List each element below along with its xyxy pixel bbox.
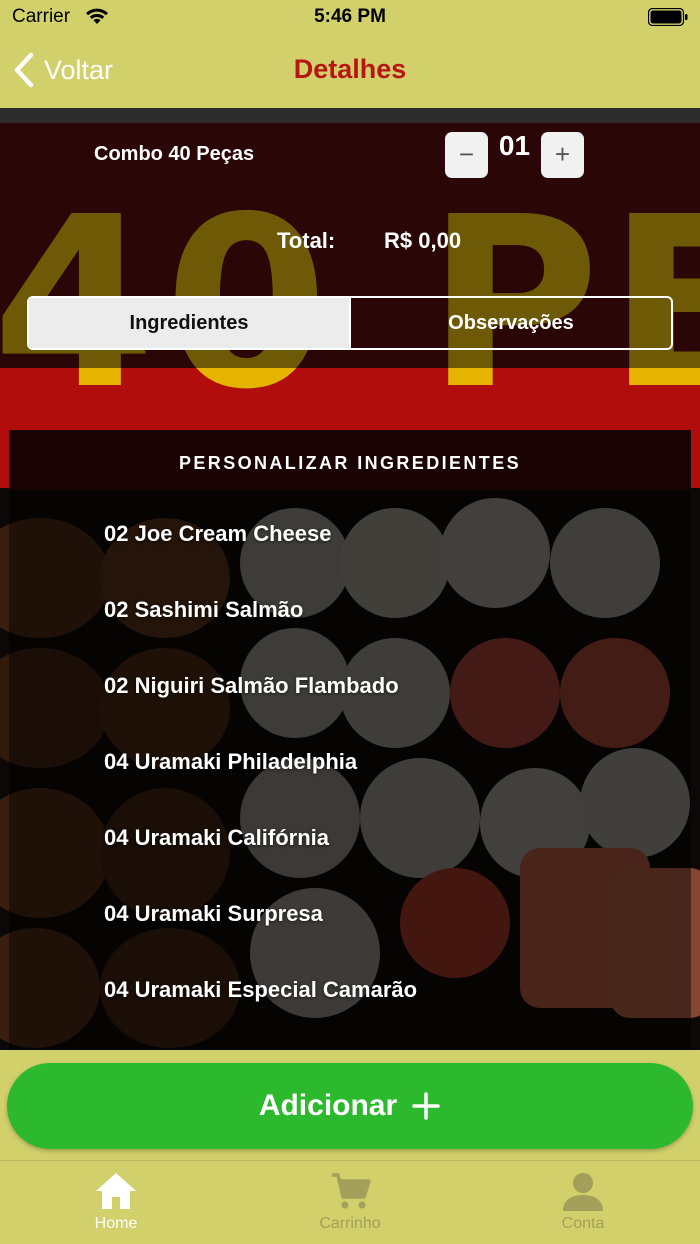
ingredient-item[interactable]: 04 Uramaki Califórnia: [104, 825, 329, 851]
ingredients-panel: PERSONALIZAR INGREDIENTES 02 Joe Cream C…: [9, 430, 691, 1050]
add-button-label: Adicionar: [258, 1089, 398, 1122]
page-title: Detalhes: [293, 54, 407, 84]
home-icon: [96, 1173, 136, 1209]
quantity-decrement-button[interactable]: −: [445, 132, 488, 178]
total-label: Total:: [277, 228, 336, 253]
quantity-increment-button[interactable]: +: [541, 132, 584, 178]
tab-bar: Home Carrinho Conta: [0, 1160, 700, 1244]
person-icon: [563, 1173, 603, 1211]
tab-home[interactable]: Home: [56, 1169, 176, 1233]
ingredient-item[interactable]: 02 Joe Cream Cheese: [104, 521, 331, 547]
ingredient-item[interactable]: 04 Uramaki Philadelphia: [104, 749, 357, 775]
add-to-cart-button[interactable]: Adicionar: [7, 1063, 693, 1149]
quantity-value: 01: [498, 130, 531, 161]
ingredient-item[interactable]: 02 Niguiri Salmão Flambado: [104, 673, 399, 699]
tab-account[interactable]: Conta: [523, 1169, 643, 1233]
navigation-bar: Voltar Detalhes: [0, 36, 700, 108]
tab-account-label: Conta: [561, 1215, 605, 1232]
cart-icon: [332, 1173, 371, 1209]
ingredient-item[interactable]: 04 Uramaki Especial Camarão: [104, 977, 417, 1003]
segmented-control: Ingredientes Observações: [27, 296, 673, 350]
ingredient-item[interactable]: 04 Uramaki Surpresa: [104, 901, 323, 927]
product-detail-content: 40 PEÇA 40 PEÇA Combo 40 Peças − 01 + To…: [0, 108, 700, 1050]
tab-cart-label: Carrinho: [319, 1215, 381, 1232]
total-value: R$ 0,00: [384, 228, 462, 253]
status-time: 5:46 PM: [314, 6, 386, 27]
tab-cart[interactable]: Carrinho: [290, 1169, 410, 1233]
tab-home-label: Home: [94, 1215, 138, 1232]
segment-ingredients[interactable]: Ingredientes: [29, 298, 349, 348]
ingredient-item[interactable]: 02 Sashimi Salmão: [104, 597, 303, 623]
battery-icon: [648, 8, 688, 26]
status-bar: Carrier 5:46 PM: [0, 0, 700, 36]
segment-notes[interactable]: Observações: [349, 298, 671, 348]
divider: [0, 108, 700, 123]
product-name: Combo 40 Peças: [94, 143, 255, 165]
ingredients-header: PERSONALIZAR INGREDIENTES: [9, 430, 691, 490]
plus-icon: [412, 1092, 440, 1120]
